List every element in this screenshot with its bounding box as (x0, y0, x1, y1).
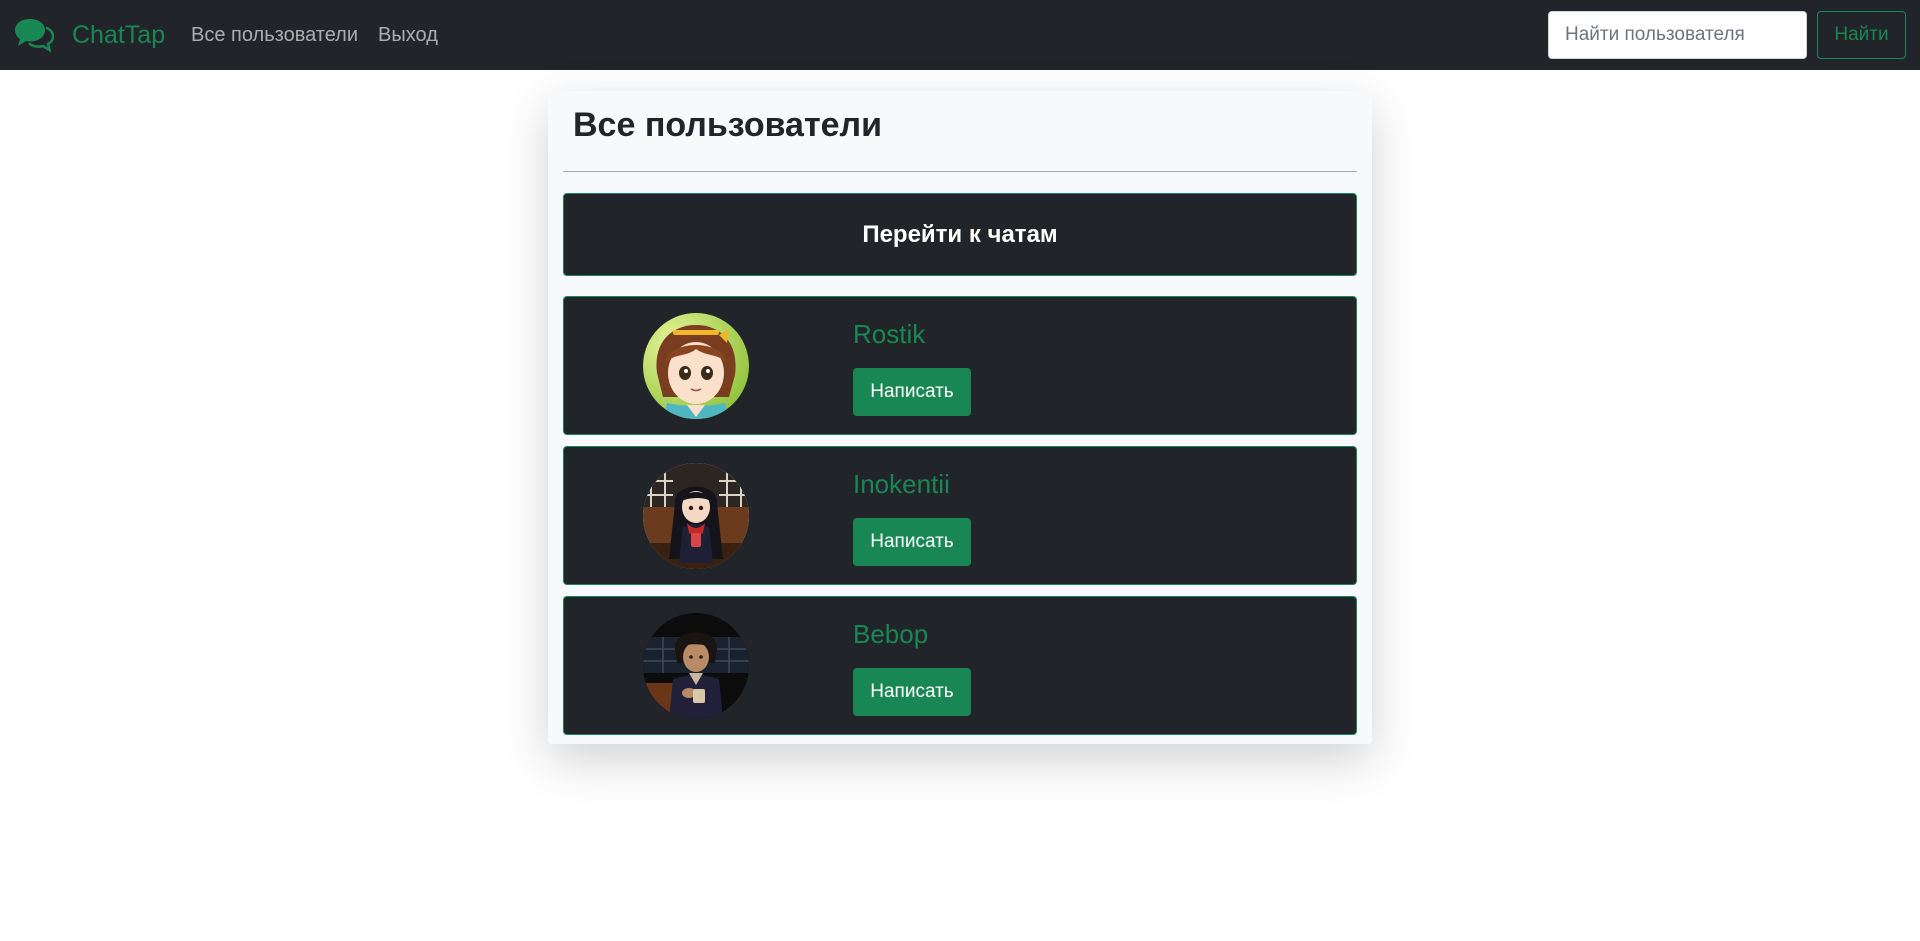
user-card: Inokentii Написать (563, 446, 1357, 585)
brand-name: ChatTap (72, 21, 166, 49)
page-title: Все пользователи (573, 106, 883, 144)
user-name[interactable]: Bebop (853, 617, 928, 651)
user-name[interactable]: Rostik (853, 317, 925, 351)
search-button[interactable]: Найти (1817, 11, 1906, 59)
nav-links: Все пользователи Выход (191, 22, 458, 48)
brand-link[interactable]: ChatTap (14, 16, 165, 54)
write-message-button[interactable]: Написать (853, 368, 971, 416)
search-input[interactable] (1548, 11, 1807, 59)
avatar (643, 463, 749, 569)
navbar: ChatTap Все пользователи Выход Найти (0, 0, 1920, 70)
user-card: Bebop Написать (563, 596, 1357, 735)
users-panel: Все пользователи Перейти к чатам Rostik … (548, 91, 1372, 744)
nav-link-all-users[interactable]: Все пользователи (191, 22, 358, 48)
write-message-button[interactable]: Написать (853, 518, 971, 566)
user-name[interactable]: Inokentii (853, 467, 950, 501)
write-message-button[interactable]: Написать (853, 668, 971, 716)
avatar (643, 313, 749, 419)
chat-bubbles-icon (15, 19, 54, 53)
user-card: Rostik Написать (563, 296, 1357, 435)
go-to-chats-button[interactable]: Перейти к чатам (563, 193, 1357, 276)
nav-link-logout[interactable]: Выход (378, 22, 438, 48)
title-divider (563, 171, 1357, 172)
avatar (643, 613, 749, 719)
